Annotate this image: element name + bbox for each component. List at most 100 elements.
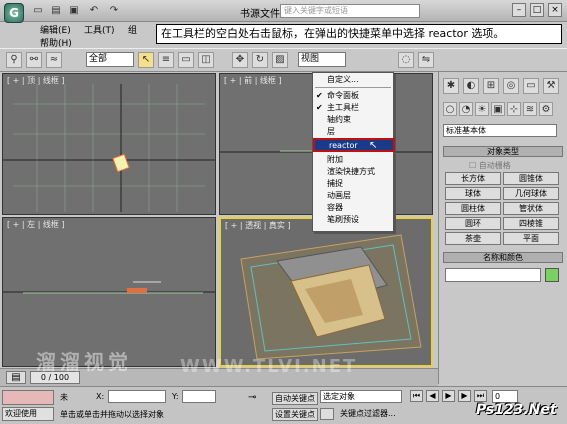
redo-icon[interactable]: ↷ [108, 5, 120, 17]
motion-tab-icon[interactable]: ◎ [503, 78, 519, 94]
plane-button[interactable]: 平面 [503, 232, 559, 245]
ctx-item-reactor[interactable]: reactor ↖ [313, 138, 395, 152]
go-to-end-icon[interactable]: ⏭ [474, 390, 487, 402]
ctx-label: 附加 [327, 155, 343, 164]
key-filters-button[interactable]: 关键点过滤器... [340, 408, 396, 419]
viewport-perspective[interactable]: [ + | 透视 | 真实 ] [219, 217, 433, 367]
ctx-label: 轴约束 [327, 115, 351, 124]
instruction-caption: 在工具栏的空白处右击鼠标，在弹出的快捷菜单中选择 reactor 选项。 [156, 24, 562, 44]
ctx-item-axis-constraints[interactable]: 轴约束 [313, 114, 393, 126]
open-folder-icon[interactable]: ▤ [50, 5, 62, 17]
object-name-field[interactable] [445, 268, 541, 282]
watermark-text: 溜溜视觉 [36, 350, 132, 374]
selection-set-dropdown[interactable]: 选定对象 [320, 390, 402, 403]
ctx-item-customize[interactable]: 自定义... [313, 74, 393, 86]
go-to-start-icon[interactable]: ⏮ [410, 390, 423, 402]
sphere-button[interactable]: 球体 [445, 187, 501, 200]
mirror-icon[interactable]: ⇋ [418, 52, 434, 68]
selection-filter-dropdown[interactable]: 全部 [86, 52, 134, 67]
check-icon: ✔ [316, 91, 323, 100]
key-icon[interactable]: ⊸ [248, 392, 256, 403]
undo-icon[interactable]: ↶ [88, 5, 100, 17]
link-icon[interactable]: ⚲ [6, 52, 22, 68]
snap-icon[interactable]: ◌ [398, 52, 414, 68]
teapot-button[interactable]: 茶壶 [445, 232, 501, 245]
maxscript-listener[interactable] [2, 390, 54, 405]
selection-count: 未 [60, 393, 68, 402]
viewport-left[interactable]: [ + | 左 | 线框 ] [2, 217, 216, 367]
app-logo-icon[interactable]: G [4, 3, 24, 23]
display-tab-icon[interactable]: ▭ [523, 78, 539, 94]
rotate-icon[interactable]: ↻ [252, 52, 268, 68]
minimize-icon[interactable]: – [512, 3, 526, 17]
shapes-icon[interactable]: ◔ [459, 102, 473, 116]
trackbar-icon[interactable]: ▤ [6, 371, 26, 384]
hierarchy-tab-icon[interactable]: ⊞ [483, 78, 499, 94]
bind-icon[interactable]: ≈ [46, 52, 62, 68]
select-object-icon[interactable]: ↖ [138, 52, 154, 68]
rect-region-icon[interactable]: ▭ [178, 52, 194, 68]
menu-tools[interactable]: 工具(T) [84, 23, 115, 36]
new-file-icon[interactable]: ▭ [32, 5, 44, 17]
geosphere-button[interactable]: 几何球体 [503, 187, 559, 200]
ctx-item-layers[interactable]: 层 [313, 126, 393, 138]
next-frame-icon[interactable]: ▶ [458, 390, 471, 402]
rollout-object-type[interactable]: 对象类型 [443, 146, 563, 157]
window-crossing-icon[interactable]: ◫ [198, 52, 214, 68]
set-key-button[interactable]: 设置关键点 [272, 408, 318, 421]
save-icon[interactable]: ▣ [68, 5, 80, 17]
ctx-item-animation-layers[interactable]: 动画层 [313, 190, 393, 202]
prompt-line: 单击或单击并拖动以选择对象 [60, 410, 164, 419]
key-mode-icon[interactable] [320, 408, 334, 420]
scale-icon[interactable]: ▨ [272, 52, 288, 68]
ctx-item-render-shortcuts[interactable]: 渲染快捷方式 [313, 166, 393, 178]
cone-button[interactable]: 圆锥体 [503, 172, 559, 185]
viewport-top[interactable]: [ + | 顶 | 线框 ] [2, 73, 216, 215]
auto-key-button[interactable]: 自动关键点 [272, 392, 318, 405]
geometry-icon[interactable]: ○ [443, 102, 457, 116]
welcome-label: 欢迎使用 [2, 407, 54, 421]
ctx-item-extras[interactable]: 附加 [313, 154, 393, 166]
ctx-label: 渲染快捷方式 [327, 167, 375, 176]
prev-frame-icon[interactable]: ◀ [426, 390, 439, 402]
helpers-icon[interactable]: ⊹ [507, 102, 521, 116]
ctx-label: 笔刷预设 [327, 215, 359, 224]
rollout-name-color[interactable]: 名称和颜色 [443, 252, 563, 263]
create-tab-icon[interactable]: ✱ [443, 78, 459, 94]
ctx-item-command-panel[interactable]: ✔ 命令面板 [313, 90, 393, 102]
systems-icon[interactable]: ⚙ [539, 102, 553, 116]
spacewarps-icon[interactable]: ≋ [523, 102, 537, 116]
ctx-label: 主工具栏 [327, 103, 359, 112]
ctx-item-snaps[interactable]: 捕捉 [313, 178, 393, 190]
ctx-item-containers[interactable]: 容器 [313, 202, 393, 214]
cameras-icon[interactable]: ▣ [491, 102, 505, 116]
maximize-icon[interactable]: □ [530, 3, 544, 17]
object-color-swatch[interactable] [545, 268, 559, 282]
autogrid-checkbox[interactable]: ☐ 自动栅格 [469, 160, 511, 171]
torus-button[interactable]: 圆环 [445, 217, 501, 230]
y-coord-field[interactable] [182, 390, 216, 403]
pyramid-button[interactable]: 四棱锥 [503, 217, 559, 230]
utilities-tab-icon[interactable]: ⚒ [543, 78, 559, 94]
close-icon[interactable]: × [548, 3, 562, 17]
box-button[interactable]: 长方体 [445, 172, 501, 185]
x-coord-field[interactable] [108, 390, 166, 403]
title-bar: G ▭ ▤ ▣ ↶ ↷ 书源文件.max 键入关键字或短语 – □ × [0, 0, 567, 23]
search-input[interactable]: 键入关键字或短语 [280, 4, 420, 18]
lights-icon[interactable]: ☀ [475, 102, 489, 116]
unlink-icon[interactable]: ⚯ [26, 52, 42, 68]
ctx-label: 命令面板 [327, 91, 359, 100]
menu-group[interactable]: 组 [128, 23, 137, 36]
play-icon[interactable]: ▶ [442, 390, 455, 402]
ctx-item-brush-presets[interactable]: 笔刷预设 [313, 214, 393, 226]
cylinder-button[interactable]: 圆柱体 [445, 202, 501, 215]
reference-coord-dropdown[interactable]: 视图 [298, 52, 346, 67]
ctx-item-main-toolbar[interactable]: ✔ 主工具栏 [313, 102, 393, 114]
select-by-name-icon[interactable]: ≡ [158, 52, 174, 68]
menu-edit[interactable]: 编辑(E) [40, 23, 71, 36]
tube-button[interactable]: 管状体 [503, 202, 559, 215]
modify-tab-icon[interactable]: ◐ [463, 78, 479, 94]
command-panel: ✱ ◐ ⊞ ◎ ▭ ⚒ ○ ◔ ☀ ▣ ⊹ ≋ ⚙ 标准基本体 对象类型 ☐ 自… [438, 72, 567, 384]
move-icon[interactable]: ✥ [232, 52, 248, 68]
category-dropdown[interactable]: 标准基本体 [443, 124, 557, 137]
